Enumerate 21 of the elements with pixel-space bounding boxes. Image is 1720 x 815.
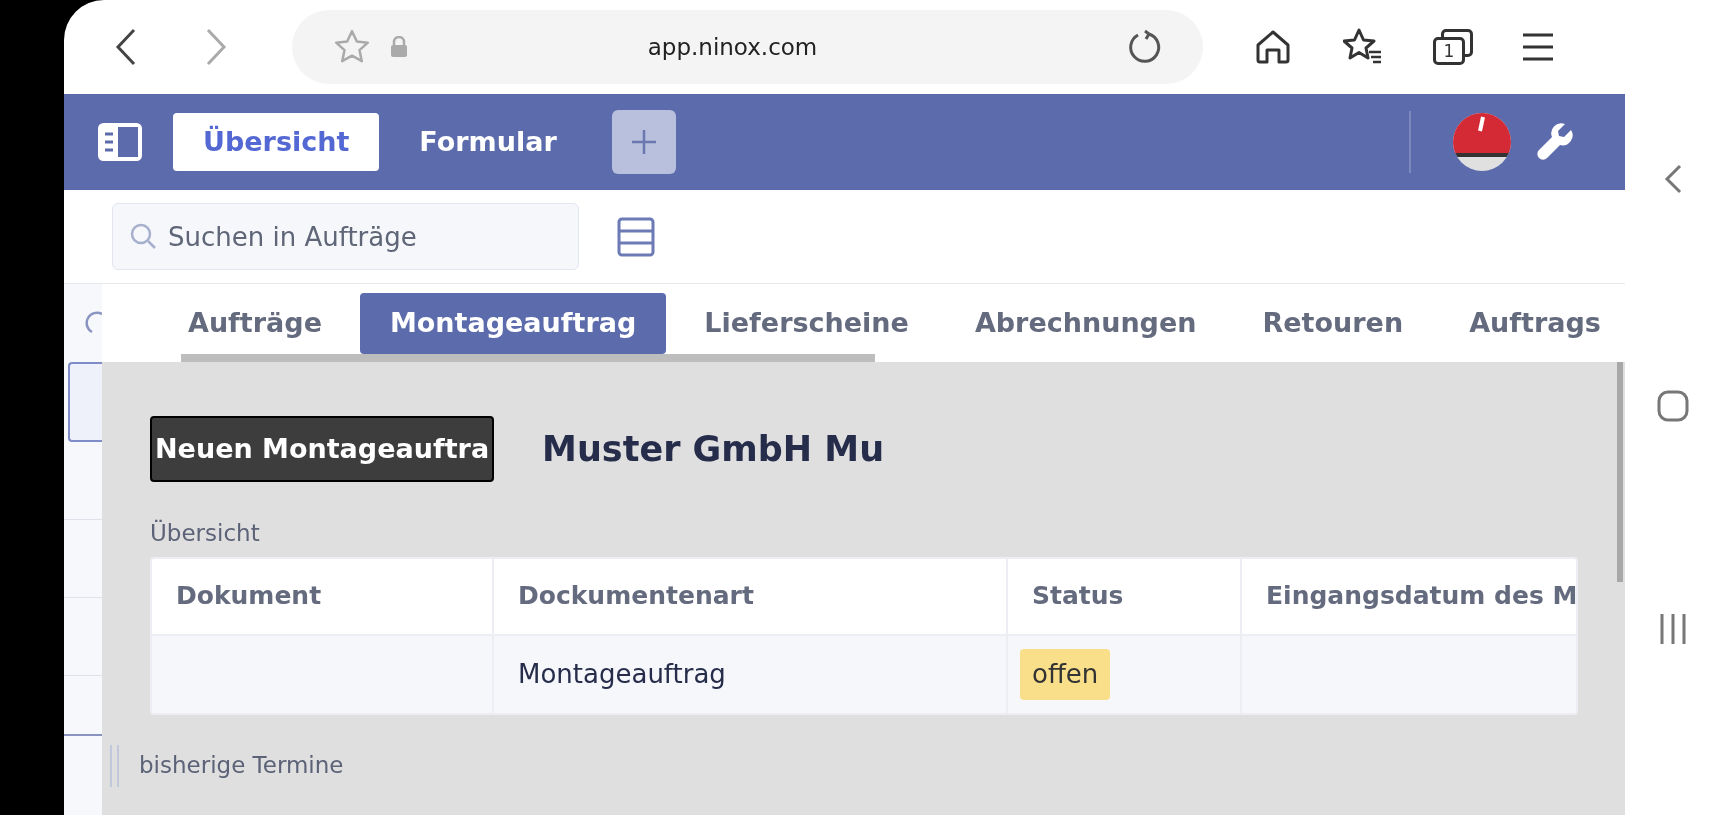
record-tab[interactable]: Aufträge — [160, 292, 350, 354]
address-bar[interactable]: app.ninox.com — [292, 10, 1203, 84]
column-header[interactable]: Dokument — [176, 577, 322, 615]
column-header[interactable]: Dockumentenart — [518, 577, 754, 615]
column-header[interactable]: Status — [1032, 577, 1124, 615]
section-label: bisherige Termine — [139, 751, 344, 781]
record-tab[interactable]: Retouren — [1234, 292, 1432, 354]
record-title: Muster GmbH Mu — [542, 427, 885, 471]
record-tab[interactable]: Lieferscheine — [676, 292, 937, 354]
table-cell-text: Montageauftrag — [518, 657, 726, 691]
section-label: Übersicht — [150, 518, 261, 548]
record-tab[interactable]: Auftrags — [1441, 292, 1625, 354]
url-text[interactable]: app.ninox.com — [647, 29, 888, 65]
status-badge: offen — [1020, 648, 1111, 700]
new-order-button[interactable]: Neuen Montageauftra — [150, 416, 495, 482]
view-tab[interactable]: Formular — [389, 113, 587, 171]
record-tab[interactable]: Montageauftrag — [359, 292, 667, 354]
column-header[interactable]: Eingangsdatum des M — [1266, 577, 1576, 615]
record-tab[interactable]: Abrechnungen — [946, 292, 1225, 354]
search-field[interactable]: Suchen in Aufträge — [112, 203, 579, 270]
view-tab[interactable]: Übersicht — [173, 113, 380, 171]
